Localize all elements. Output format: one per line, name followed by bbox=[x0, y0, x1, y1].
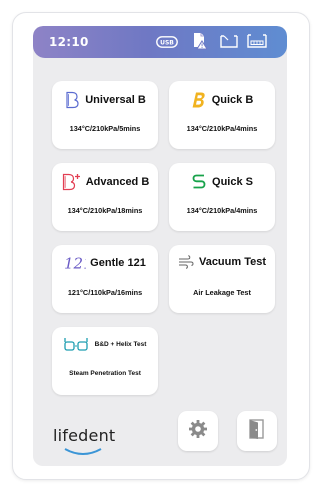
card-header: Vacuum Test bbox=[169, 255, 275, 269]
program-parameters: 134°C/210kPa/4mins bbox=[186, 206, 258, 215]
usb-icon: USB bbox=[156, 35, 178, 53]
card-header: Quick S bbox=[169, 173, 275, 191]
program-parameters: 134°C/210kPa/18mins bbox=[67, 206, 143, 215]
bd-helix-icon bbox=[63, 337, 90, 351]
open-tray-icon bbox=[220, 33, 238, 54]
numeral-121-icon: 121 bbox=[64, 255, 86, 271]
program-parameters: 134°C/210kPa/4mins bbox=[186, 124, 258, 133]
program-title: Universal B bbox=[85, 94, 146, 106]
card-header: 121 Gentle 121 bbox=[52, 255, 158, 271]
program-parameters: 134°C/210kPa/5mins bbox=[69, 124, 141, 133]
program-title: Vacuum Test bbox=[198, 256, 267, 268]
card-header: Advanced B bbox=[52, 173, 158, 191]
program-card-advanced-b[interactable]: Advanced B 134°C/210kPa/18mins bbox=[52, 163, 158, 231]
settings-button[interactable] bbox=[178, 411, 218, 451]
program-card-vacuum-test[interactable]: Vacuum Test Air Leakage Test bbox=[169, 245, 275, 313]
letter-b-outline-icon bbox=[64, 91, 80, 109]
program-card-universal-b[interactable]: Universal B 134°C/210kPa/5mins bbox=[52, 81, 158, 149]
svg-text:121: 121 bbox=[64, 255, 86, 271]
battery-tray-icon bbox=[247, 33, 267, 54]
program-title: B&D + Helix Test bbox=[94, 340, 147, 348]
program-parameters: Steam Penetration Test bbox=[69, 370, 141, 377]
card-header: Quick B bbox=[169, 91, 275, 109]
program-card-quick-s[interactable]: Quick S 134°C/210kPa/4mins bbox=[169, 163, 275, 231]
card-header: B&D + Helix Test bbox=[52, 337, 158, 351]
program-card-quick-b[interactable]: Quick B 134°C/210kPa/4mins bbox=[169, 81, 275, 149]
status-bar: 12:10 USB bbox=[33, 26, 287, 58]
logo-swoosh-icon bbox=[63, 444, 103, 462]
program-title: Gentle 121 bbox=[90, 257, 146, 269]
program-title: Advanced B bbox=[85, 176, 150, 188]
exit-button[interactable] bbox=[237, 411, 277, 451]
program-card-bd-helix-test[interactable]: B&D + Helix Test Steam Penetration Test bbox=[52, 327, 158, 395]
exit-door-icon bbox=[247, 418, 267, 445]
program-card-gentle-121[interactable]: 121 Gentle 121 121°C/110kPa/16mins bbox=[52, 245, 158, 313]
letter-s-icon bbox=[191, 173, 207, 191]
svg-text:USB: USB bbox=[160, 40, 174, 47]
letter-b-plus-icon bbox=[61, 173, 81, 191]
touch-screen: 12:10 USB Universal B 134°C/210kPa/5mins bbox=[33, 26, 287, 466]
program-title: Quick B bbox=[211, 94, 254, 106]
warning-document-icon bbox=[192, 32, 210, 55]
program-title: Quick S bbox=[212, 176, 253, 188]
program-parameters: 121°C/110kPa/16mins bbox=[67, 288, 143, 297]
gear-icon bbox=[188, 419, 208, 444]
lifedent-logo: lifedent bbox=[53, 426, 116, 445]
clock-time: 12:10 bbox=[49, 35, 89, 49]
air-wind-icon bbox=[178, 255, 194, 269]
program-parameters: Air Leakage Test bbox=[193, 288, 251, 297]
card-header: Universal B bbox=[52, 91, 158, 109]
letter-b-fast-icon bbox=[191, 91, 207, 109]
